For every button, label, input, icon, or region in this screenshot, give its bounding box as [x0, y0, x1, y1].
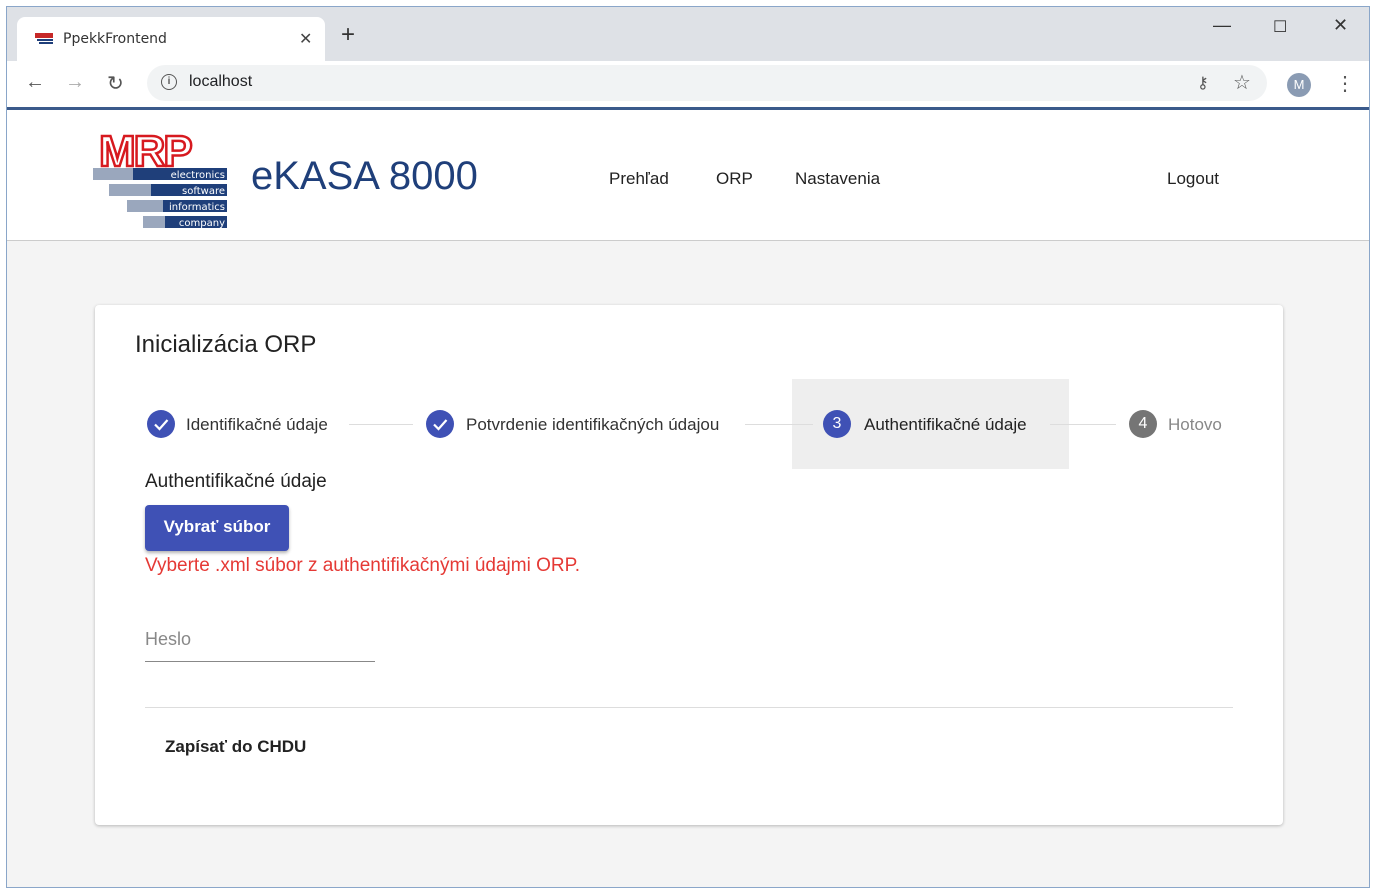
- favicon-icon: [35, 33, 53, 44]
- divider: [145, 707, 1233, 708]
- file-error-message: Vyberte .xml súbor z authentifikačnými ú…: [145, 555, 581, 576]
- minimize-icon[interactable]: —: [1213, 15, 1231, 36]
- key-icon[interactable]: ⚷: [1197, 73, 1209, 93]
- logo-line: company: [179, 218, 225, 229]
- password-field[interactable]: [145, 629, 375, 650]
- app-header: MRP electronics software informatics com…: [7, 110, 1369, 241]
- stepper: Identifikačné údaje Potvrdenie identifik…: [95, 379, 1283, 469]
- step-connector: [745, 424, 813, 425]
- forward-icon[interactable]: →: [65, 71, 85, 94]
- step-done-check-icon: [426, 410, 454, 438]
- app-title: eKASA 8000: [251, 154, 478, 198]
- info-icon[interactable]: i: [161, 74, 177, 90]
- main-content: Inicializácia ORP Identifikačné údaje Po…: [7, 241, 1369, 887]
- step-done-check-icon: [147, 410, 175, 438]
- close-tab-icon[interactable]: ✕: [299, 29, 312, 49]
- logo-line: informatics: [169, 202, 225, 213]
- step-2-label[interactable]: Potvrdenie identifikačných údajou: [466, 415, 719, 435]
- step-3-number: 3: [823, 410, 851, 438]
- nav-link-orp[interactable]: ORP: [716, 169, 753, 189]
- init-card: Inicializácia ORP Identifikačné údaje Po…: [95, 305, 1283, 825]
- section-label: Authentifikačné údaje: [145, 471, 327, 492]
- browser-toolbar: ← → ↻ i localhost ⚷ ☆ M ⋮: [7, 61, 1369, 110]
- browser-window: PpekkFrontend ✕ + — ☐ ✕ ← → ↻ i localhos…: [6, 6, 1370, 888]
- nav-link-nastavenia[interactable]: Nastavenia: [795, 169, 880, 189]
- tab-strip: PpekkFrontend ✕ + — ☐ ✕: [7, 7, 1369, 61]
- back-icon[interactable]: ←: [25, 71, 45, 94]
- logo-line: electronics: [171, 170, 225, 181]
- write-chdu-button[interactable]: Zapísať do CHDU: [145, 731, 326, 763]
- window-close-icon[interactable]: ✕: [1333, 15, 1348, 36]
- menu-icon[interactable]: ⋮: [1335, 71, 1355, 96]
- new-tab-icon[interactable]: +: [341, 23, 355, 47]
- step-connector: [349, 424, 413, 425]
- choose-file-button[interactable]: Vybrať súbor: [145, 505, 289, 551]
- mrp-logo: MRP electronics software informatics com…: [93, 126, 227, 229]
- page-title: Inicializácia ORP: [135, 331, 317, 358]
- logo-line: software: [182, 186, 225, 197]
- step-4-number: 4: [1129, 410, 1157, 438]
- step-3-label[interactable]: Authentifikačné údaje: [864, 415, 1027, 435]
- password-field-wrapper: [145, 621, 375, 662]
- address-bar[interactable]: i localhost ⚷ ☆: [147, 65, 1267, 101]
- step-1-label[interactable]: Identifikačné údaje: [186, 415, 328, 435]
- star-icon[interactable]: ☆: [1233, 70, 1251, 95]
- reload-icon[interactable]: ↻: [107, 71, 124, 96]
- url-text: localhost: [189, 73, 253, 90]
- step-4-label[interactable]: Hotovo: [1168, 415, 1222, 435]
- logout-link[interactable]: Logout: [1167, 169, 1219, 189]
- tab-title: PpekkFrontend: [63, 31, 167, 47]
- browser-tab[interactable]: PpekkFrontend ✕: [17, 17, 325, 61]
- nav-link-prehlad[interactable]: Prehľad: [609, 169, 669, 189]
- maximize-icon[interactable]: ☐: [1273, 17, 1287, 37]
- step-connector: [1050, 424, 1116, 425]
- avatar[interactable]: M: [1287, 73, 1311, 97]
